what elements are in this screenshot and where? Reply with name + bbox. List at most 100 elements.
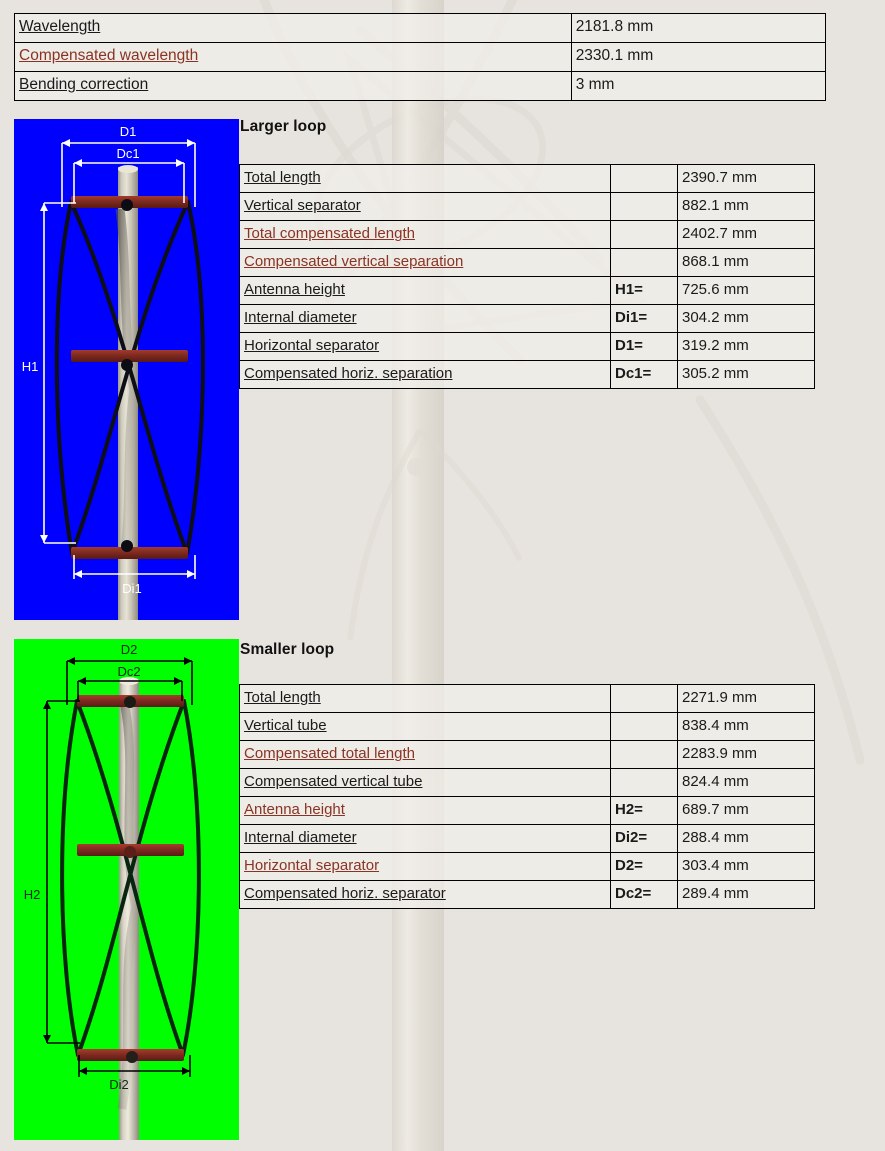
dimension-label-h2: H2 bbox=[24, 887, 41, 902]
summary-table: Wavelength 2181.8 mm Compensated wavelen… bbox=[14, 13, 827, 101]
table-row: Internal diameter Di2= 288.4 mm bbox=[239, 824, 815, 853]
row-label-text: Total length bbox=[244, 169, 321, 187]
row-label-cell: Compensated vertical separation bbox=[239, 248, 611, 277]
summary-table-body: Wavelength 2181.8 mm Compensated wavelen… bbox=[14, 13, 827, 101]
summary-label-text: Compensated wavelength bbox=[19, 47, 199, 65]
summary-value-cell: 3 mm bbox=[570, 71, 827, 101]
row-value-cell: 2390.7 mm bbox=[677, 164, 815, 193]
table-row: Wavelength 2181.8 mm bbox=[14, 13, 827, 43]
row-label-text: Internal diameter bbox=[244, 829, 357, 847]
dimension-label-di2: Di2 bbox=[109, 1077, 129, 1092]
row-label-cell: Antenna height bbox=[239, 276, 611, 305]
table-row: Compensated horiz. separator Dc2= 289.4 … bbox=[239, 880, 815, 909]
row-symbol-cell: Dc1= bbox=[610, 360, 678, 389]
row-label-cell: Vertical separator bbox=[239, 192, 611, 221]
dimension-label-h1: H1 bbox=[22, 359, 39, 374]
row-label-text: Compensated total length bbox=[244, 745, 415, 763]
row-label-cell: Total length bbox=[239, 164, 611, 193]
row-label-text: Horizontal separator bbox=[244, 857, 380, 875]
row-value-cell: 305.2 mm bbox=[677, 360, 815, 389]
row-symbol-cell: D2= bbox=[610, 852, 678, 881]
dimension-label-d2: D2 bbox=[121, 642, 138, 657]
row-symbol-cell bbox=[610, 740, 678, 769]
row-symbol-cell: Di1= bbox=[610, 304, 678, 333]
smaller-loop-figure: D2 Dc2 Di2 H2 bbox=[14, 639, 239, 1140]
table-row: Compensated wavelength 2330.1 mm bbox=[14, 42, 827, 72]
row-label-text: Horizontal separator bbox=[244, 337, 380, 355]
row-value-cell: 319.2 mm bbox=[677, 332, 815, 361]
dimension-label-dc1: Dc1 bbox=[116, 146, 139, 161]
row-value-cell: 725.6 mm bbox=[677, 276, 815, 305]
row-value-cell: 289.4 mm bbox=[677, 880, 815, 909]
row-symbol-cell bbox=[610, 768, 678, 797]
row-label-cell: Compensated vertical tube bbox=[239, 768, 611, 797]
table-row: Antenna height H2= 689.7 mm bbox=[239, 796, 815, 825]
smaller-loop-table: Total length 2271.9 mm Vertical tube 838… bbox=[239, 684, 815, 909]
row-value-cell: 288.4 mm bbox=[677, 824, 815, 853]
row-label-text: Internal diameter bbox=[244, 309, 357, 327]
row-label-cell: Vertical tube bbox=[239, 712, 611, 741]
row-label-text: Total length bbox=[244, 689, 321, 707]
table-row: Compensated vertical separation 868.1 mm bbox=[239, 248, 815, 277]
dimension-label-d1: D1 bbox=[120, 124, 137, 139]
row-label-cell: Horizontal separator bbox=[239, 332, 611, 361]
row-label-text: Compensated vertical separation bbox=[244, 253, 464, 271]
row-symbol-cell bbox=[610, 712, 678, 741]
table-row: Compensated total length 2283.9 mm bbox=[239, 740, 815, 769]
summary-label-cell: Bending correction bbox=[14, 71, 572, 101]
row-symbol-cell bbox=[610, 248, 678, 277]
summary-label-text: Wavelength bbox=[19, 18, 101, 36]
table-row: Vertical tube 838.4 mm bbox=[239, 712, 815, 741]
row-label-text: Vertical separator bbox=[244, 197, 361, 215]
dimension-label-di1: Di1 bbox=[122, 581, 142, 596]
row-value-cell: 838.4 mm bbox=[677, 712, 815, 741]
row-value-cell: 868.1 mm bbox=[677, 248, 815, 277]
larger-loop-table: Total length 2390.7 mm Vertical separato… bbox=[239, 164, 815, 389]
summary-label-cell: Compensated wavelength bbox=[14, 42, 572, 72]
row-value-cell: 304.2 mm bbox=[677, 304, 815, 333]
smaller-loop-table-body: Total length 2271.9 mm Vertical tube 838… bbox=[239, 684, 815, 909]
row-symbol-cell: H2= bbox=[610, 796, 678, 825]
row-symbol-cell: Dc2= bbox=[610, 880, 678, 909]
summary-value-cell: 2181.8 mm bbox=[570, 13, 827, 43]
larger-loop-table-body: Total length 2390.7 mm Vertical separato… bbox=[239, 164, 815, 389]
summary-label-cell: Wavelength bbox=[14, 13, 572, 43]
row-value-cell: 2271.9 mm bbox=[677, 684, 815, 713]
row-value-cell: 303.4 mm bbox=[677, 852, 815, 881]
row-label-cell: Total length bbox=[239, 684, 611, 713]
row-symbol-cell: Di2= bbox=[610, 824, 678, 853]
row-label-text: Total compensated length bbox=[244, 225, 415, 243]
table-row: Internal diameter Di1= 304.2 mm bbox=[239, 304, 815, 333]
row-label-cell: Total compensated length bbox=[239, 220, 611, 249]
row-label-text: Compensated horiz. separator bbox=[244, 885, 446, 903]
table-row: Total compensated length 2402.7 mm bbox=[239, 220, 815, 249]
smaller-loop-heading: Smaller loop bbox=[240, 641, 335, 658]
row-label-cell: Antenna height bbox=[239, 796, 611, 825]
row-label-cell: Internal diameter bbox=[239, 824, 611, 853]
row-value-cell: 689.7 mm bbox=[677, 796, 815, 825]
table-row: Bending correction 3 mm bbox=[14, 71, 827, 101]
row-label-text: Vertical tube bbox=[244, 717, 327, 735]
row-label-text: Antenna height bbox=[244, 281, 345, 299]
row-label-cell: Horizontal separator bbox=[239, 852, 611, 881]
row-label-cell: Compensated total length bbox=[239, 740, 611, 769]
table-row: Total length 2271.9 mm bbox=[239, 684, 815, 713]
row-label-text: Compensated vertical tube bbox=[244, 773, 423, 791]
row-value-cell: 2402.7 mm bbox=[677, 220, 815, 249]
summary-label-text: Bending correction bbox=[19, 76, 149, 94]
row-label-cell: Internal diameter bbox=[239, 304, 611, 333]
table-row: Compensated vertical tube 824.4 mm bbox=[239, 768, 815, 797]
row-label-cell: Compensated horiz. separation bbox=[239, 360, 611, 389]
table-row: Horizontal separator D2= 303.4 mm bbox=[239, 852, 815, 881]
table-row: Total length 2390.7 mm bbox=[239, 164, 815, 193]
row-value-cell: 824.4 mm bbox=[677, 768, 815, 797]
table-row: Compensated horiz. separation Dc1= 305.2… bbox=[239, 360, 815, 389]
row-label-cell: Compensated horiz. separator bbox=[239, 880, 611, 909]
larger-loop-figure: D1 Dc1 Di1 H1 bbox=[14, 119, 239, 620]
row-symbol-cell: D1= bbox=[610, 332, 678, 361]
row-value-cell: 882.1 mm bbox=[677, 192, 815, 221]
row-symbol-cell: H1= bbox=[610, 276, 678, 305]
table-row: Vertical separator 882.1 mm bbox=[239, 192, 815, 221]
page-root: Wavelength 2181.8 mm Compensated wavelen… bbox=[0, 0, 885, 1151]
table-row: Antenna height H1= 725.6 mm bbox=[239, 276, 815, 305]
